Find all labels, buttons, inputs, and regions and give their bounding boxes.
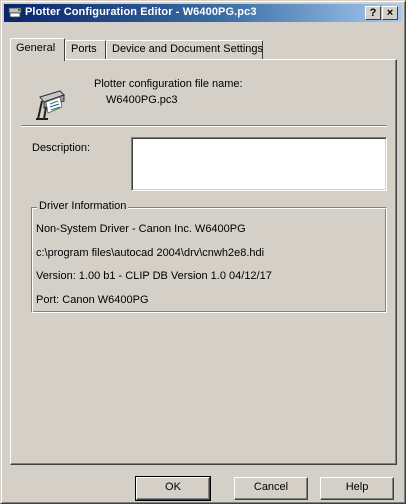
tab-device-and-document-settings[interactable]: Device and Document Settings [106,40,263,59]
driver-version: Version: 1.00 b1 - CLIP DB Version 1.0 0… [36,270,272,282]
config-file-label: Plotter configuration file name: [94,78,243,90]
plotter-config-window: Plotter Configuration Editor - W6400PG.p… [0,0,406,504]
plotter-app-icon [8,7,22,21]
help-title-button[interactable]: ? [365,6,381,20]
config-file-name: W6400PG.pc3 [106,94,178,106]
driver-information-title: Driver Information [37,200,129,212]
title-bar[interactable]: Plotter Configuration Editor - W6400PG.p… [4,4,402,22]
separator [21,125,387,127]
description-textarea[interactable] [131,137,387,191]
cancel-button[interactable]: Cancel [234,477,308,500]
tab-ports[interactable]: Ports [65,40,106,59]
plotter-icon [36,90,65,120]
tab-general[interactable]: General [10,38,65,61]
driver-port: Port: Canon W6400PG [36,294,149,306]
window-title: Plotter Configuration Editor - W6400PG.p… [25,6,257,18]
driver-name: Non-System Driver - Canon Inc. W6400PG [36,223,246,235]
ok-button[interactable]: OK [135,476,211,501]
help-button[interactable]: Help [320,477,394,500]
close-button[interactable]: × [382,6,398,20]
driver-path: c:\program files\autocad 2004\drv\cnwh2e… [36,247,265,259]
description-label: Description: [32,142,91,154]
